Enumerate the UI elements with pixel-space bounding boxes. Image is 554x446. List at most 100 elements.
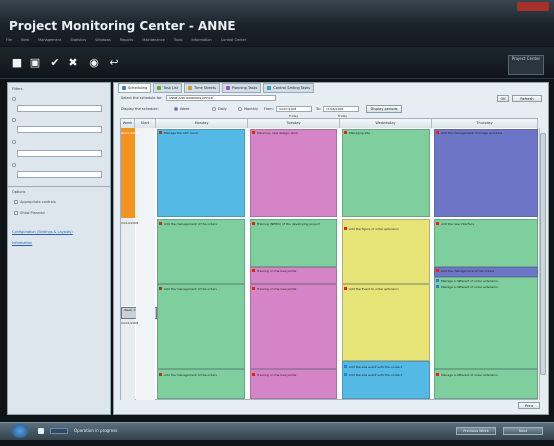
next-button[interactable]: Next <box>503 427 543 435</box>
menu-item-management[interactable]: Management <box>38 38 61 46</box>
delete-icon[interactable]: ✖ <box>67 57 79 69</box>
tab-label: Planning Tasks <box>231 85 258 90</box>
event-title[interactable]: Add the management of the orders <box>434 268 538 274</box>
event-block[interactable] <box>342 129 430 217</box>
event-block[interactable] <box>434 129 538 217</box>
event-title[interactable]: Manage the CRF client <box>157 130 245 136</box>
menu-item-reports[interactable]: Reports <box>120 38 133 46</box>
menu-item-view[interactable]: View <box>21 38 29 46</box>
document-icon[interactable]: ■ <box>11 57 23 69</box>
event-title[interactable]: Managing site <box>342 130 430 136</box>
filter-field-4[interactable] <box>17 171 102 178</box>
print-button[interactable]: Print <box>518 402 540 409</box>
brand-logo: Project Center <box>508 55 544 75</box>
check-appropriate-controls[interactable] <box>14 200 18 204</box>
tab-strip: Scheduling Task List Time Sheets Plannin… <box>118 83 315 93</box>
to-date-field[interactable]: 11/08/2008 <box>323 106 359 112</box>
radio-daily[interactable] <box>212 107 216 111</box>
ok-button[interactable]: OK <box>497 95 509 102</box>
filter-radio-2[interactable] <box>12 118 16 122</box>
panel-divider <box>8 186 110 187</box>
menu-item-file[interactable]: File <box>6 38 12 46</box>
column-header-week: Week <box>121 119 135 128</box>
event-title[interactable]: Add the management of the orders <box>157 286 245 292</box>
event-title[interactable]: Manage a different of order extension <box>434 372 538 378</box>
windows-logo-icon[interactable] <box>12 424 28 438</box>
event-title[interactable]: Add the site event with the contact <box>342 364 430 370</box>
week-bar-current[interactable] <box>121 128 135 218</box>
tab-control-setting-tasks[interactable]: Control Setting Tasks <box>263 83 315 93</box>
taskbar-app[interactable] <box>50 428 68 434</box>
menu-item-statistics[interactable]: Statistics <box>70 38 86 46</box>
refresh-button[interactable]: Refresh <box>512 95 542 102</box>
filter-radio-4[interactable] <box>12 163 16 167</box>
menu-item-control-center[interactable]: Control Center <box>221 38 247 46</box>
menu-item-maintenance[interactable]: Maintenance <box>142 38 165 46</box>
check-appropriate-controls-label: Appropriate controls <box>20 200 56 204</box>
event-title[interactable]: Training on the new portal <box>250 372 337 378</box>
event-title[interactable]: Add the management of the orders <box>157 221 245 227</box>
event-block[interactable] <box>342 284 430 361</box>
column-header-tuesday: Tuesday <box>248 119 340 128</box>
event-title[interactable]: Planning, new design, work <box>250 130 337 136</box>
configuration-link[interactable]: Configuration (Settings & Layouts) <box>12 230 73 234</box>
filter-field-3[interactable] <box>17 150 102 157</box>
menu-item-tools[interactable]: Tools <box>174 38 183 46</box>
check-icon[interactable]: ✔ <box>49 57 61 69</box>
event-title[interactable]: Training (NEWS) of the developing projec… <box>250 221 337 227</box>
event-block[interactable] <box>157 129 245 217</box>
event-title[interactable]: Manage a different of order extension <box>434 284 538 290</box>
check-show-planned[interactable] <box>14 211 18 215</box>
from-date-field[interactable]: 04/07/2008 <box>276 106 312 112</box>
column-header-start: Start <box>135 119 156 128</box>
event-title[interactable]: Add the Event to order extension <box>342 286 430 292</box>
tab-task-list[interactable]: Task List <box>153 83 183 93</box>
event-block[interactable] <box>157 284 245 369</box>
scrollbar-thumb[interactable] <box>540 133 546 375</box>
globe-icon[interactable]: ◉ <box>88 57 100 69</box>
close-window-button[interactable] <box>517 2 549 11</box>
menu-item-windows[interactable]: Windows <box>95 38 111 46</box>
planning-icon <box>225 86 230 90</box>
column-header-thursday: Thursday <box>432 119 538 128</box>
back-icon[interactable]: ↩ <box>108 57 120 69</box>
event-block[interactable] <box>157 219 245 284</box>
event-block[interactable] <box>250 284 337 369</box>
menu-item-information[interactable]: Information <box>191 38 211 46</box>
status-text: Operation in progress <box>74 428 118 433</box>
radio-week[interactable] <box>174 107 178 111</box>
schedule-select[interactable]: ANNE AND WORKERS OFFICE <box>166 95 276 101</box>
document-stack-icon[interactable]: ▣ <box>29 57 41 69</box>
event-title[interactable]: Add the management of the orders <box>157 372 245 378</box>
app-title: Project Monitoring Center - ANNE <box>9 19 236 33</box>
filter-field-1[interactable] <box>17 105 102 112</box>
information-link[interactable]: Information <box>12 241 32 245</box>
week-bar[interactable] <box>121 218 135 306</box>
tab-planning-tasks[interactable]: Planning Tasks <box>221 83 262 93</box>
event-title[interactable]: Add the management of image and data <box>434 130 538 136</box>
display-periods-button[interactable]: Display periods <box>366 105 402 113</box>
settings-icon <box>267 86 272 90</box>
check-show-planned-label: Show Planned <box>20 211 45 215</box>
menu-bar: File View Management Statistics Windows … <box>6 38 246 46</box>
tab-scheduling[interactable]: Scheduling <box>118 83 152 93</box>
week-bar[interactable] <box>121 319 135 400</box>
toolbar <box>0 47 554 79</box>
previous-week-button[interactable]: Previous Week <box>456 427 496 435</box>
event-block[interactable] <box>434 277 538 369</box>
event-block[interactable] <box>250 129 337 217</box>
event-title[interactable]: Add the site event with the contact <box>342 372 430 378</box>
filter-field-2[interactable] <box>17 126 102 133</box>
radio-monthly[interactable] <box>238 107 242 111</box>
filter-radio-3[interactable] <box>12 140 16 144</box>
from-label: From: <box>264 107 274 111</box>
event-title[interactable]: Training on the new portal <box>250 286 337 292</box>
event-title[interactable]: Add the figure of order extension <box>342 226 430 232</box>
radio-week-label: Week <box>180 107 190 111</box>
filter-radio-1[interactable] <box>12 97 16 101</box>
tab-time-sheets[interactable]: Time Sheets <box>184 83 220 93</box>
user-icon[interactable] <box>38 428 44 434</box>
event-title[interactable]: Add the new interface <box>434 221 538 227</box>
calendar-icon <box>122 86 126 90</box>
event-title[interactable]: Training on the new portal <box>250 268 337 274</box>
